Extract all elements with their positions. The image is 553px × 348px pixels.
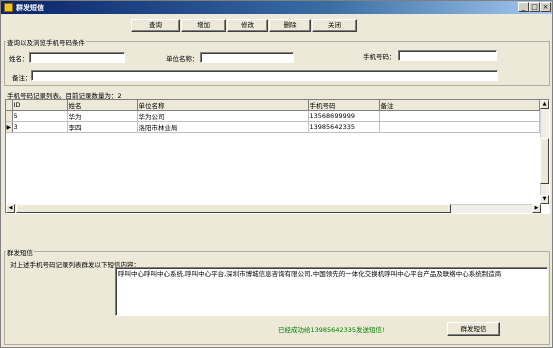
scroll-left-arrow-icon[interactable]: ◀ [6, 204, 15, 213]
query-group-title: 查询以及浏览手机号码条件 [6, 37, 86, 47]
scroll-down-arrow-icon[interactable]: ▼ [540, 195, 549, 204]
table-header-row: ID 姓名 单位名称 手机号码 备注 [6, 100, 540, 111]
remark-label: 备注： [12, 74, 32, 82]
phone-grid[interactable]: ID 姓名 单位名称 手机号码 备注 5 华为 华为公司 13568699999… [5, 99, 550, 214]
cell-name[interactable]: 李四 [67, 121, 138, 133]
minimize-button[interactable]: _ [518, 2, 529, 12]
close-button[interactable]: 关闭 [312, 19, 357, 32]
phone-table: ID 姓名 单位名称 手机号码 备注 5 华为 华为公司 13568699999… [6, 100, 540, 133]
cell-unit[interactable]: 华为公司 [137, 110, 309, 122]
column-header-unit[interactable]: 单位名称 [137, 100, 309, 111]
scroll-up-arrow-icon[interactable]: ▲ [540, 100, 549, 109]
cell-phone[interactable]: 13568699999 [308, 110, 380, 122]
vertical-scrollbar[interactable]: ▲ ▼ [540, 100, 549, 204]
remark-input[interactable] [31, 70, 498, 81]
unit-input[interactable] [200, 52, 294, 63]
cell-id[interactable]: 3 [12, 121, 68, 133]
horizontal-scroll-thumb[interactable] [16, 204, 451, 213]
sms-group-title: 群发短信 [6, 247, 34, 257]
cell-remark[interactable] [379, 121, 540, 133]
cell-remark[interactable] [379, 110, 540, 122]
column-header-name[interactable]: 姓名 [67, 100, 138, 111]
cell-phone[interactable]: 13985642335 [308, 121, 380, 133]
name-input[interactable] [29, 52, 125, 63]
delete-button[interactable]: 删除 [269, 19, 311, 32]
phone-input[interactable] [398, 50, 497, 61]
scroll-right-arrow-icon[interactable]: ▶ [532, 204, 541, 213]
cell-unit[interactable]: 洛阳市林业局 [137, 121, 309, 133]
vertical-scroll-thumb[interactable] [540, 138, 549, 184]
name-label: 姓名： [9, 55, 29, 63]
horizontal-scrollbar[interactable]: ◀ ▶ [6, 204, 541, 213]
sms-content-textarea[interactable]: 呼叫中心呼叫中心系统,呼叫中心平台,深圳市博城信息咨询有限公司,中国领先的一体化… [115, 267, 548, 316]
window-title: 群发短信 [16, 4, 44, 12]
add-button[interactable]: 增加 [181, 19, 226, 32]
send-sms-button[interactable]: 群发短信 [447, 322, 500, 336]
table-row[interactable]: 5 华为 华为公司 13568699999 [6, 110, 540, 122]
main-window: 群发短信 _ □ × 查询 增加 修改 删除 关闭 查询以及浏览手机号码条件 姓… [0, 0, 553, 348]
cell-name[interactable]: 华为 [67, 110, 138, 122]
column-header-phone[interactable]: 手机号码 [308, 100, 380, 111]
edit-button[interactable]: 修改 [227, 19, 268, 32]
query-button[interactable]: 查询 [131, 19, 180, 32]
app-icon [4, 3, 13, 12]
column-header-id[interactable]: ID [12, 100, 68, 111]
table-row[interactable]: ▶ 3 李四 洛阳市林业局 13985642335 [6, 121, 540, 133]
send-status-text: 已经成功给13985642335发送短信! [278, 326, 385, 334]
column-header-remark[interactable]: 备注 [379, 100, 540, 111]
unit-label: 单位名称： [166, 55, 199, 63]
maximize-button[interactable]: □ [529, 2, 540, 12]
cell-id[interactable]: 5 [12, 110, 68, 122]
title-bar: 群发短信 _ □ × [1, 1, 552, 14]
phone-label: 手机号码： [363, 53, 396, 61]
close-window-button[interactable]: × [540, 2, 551, 12]
